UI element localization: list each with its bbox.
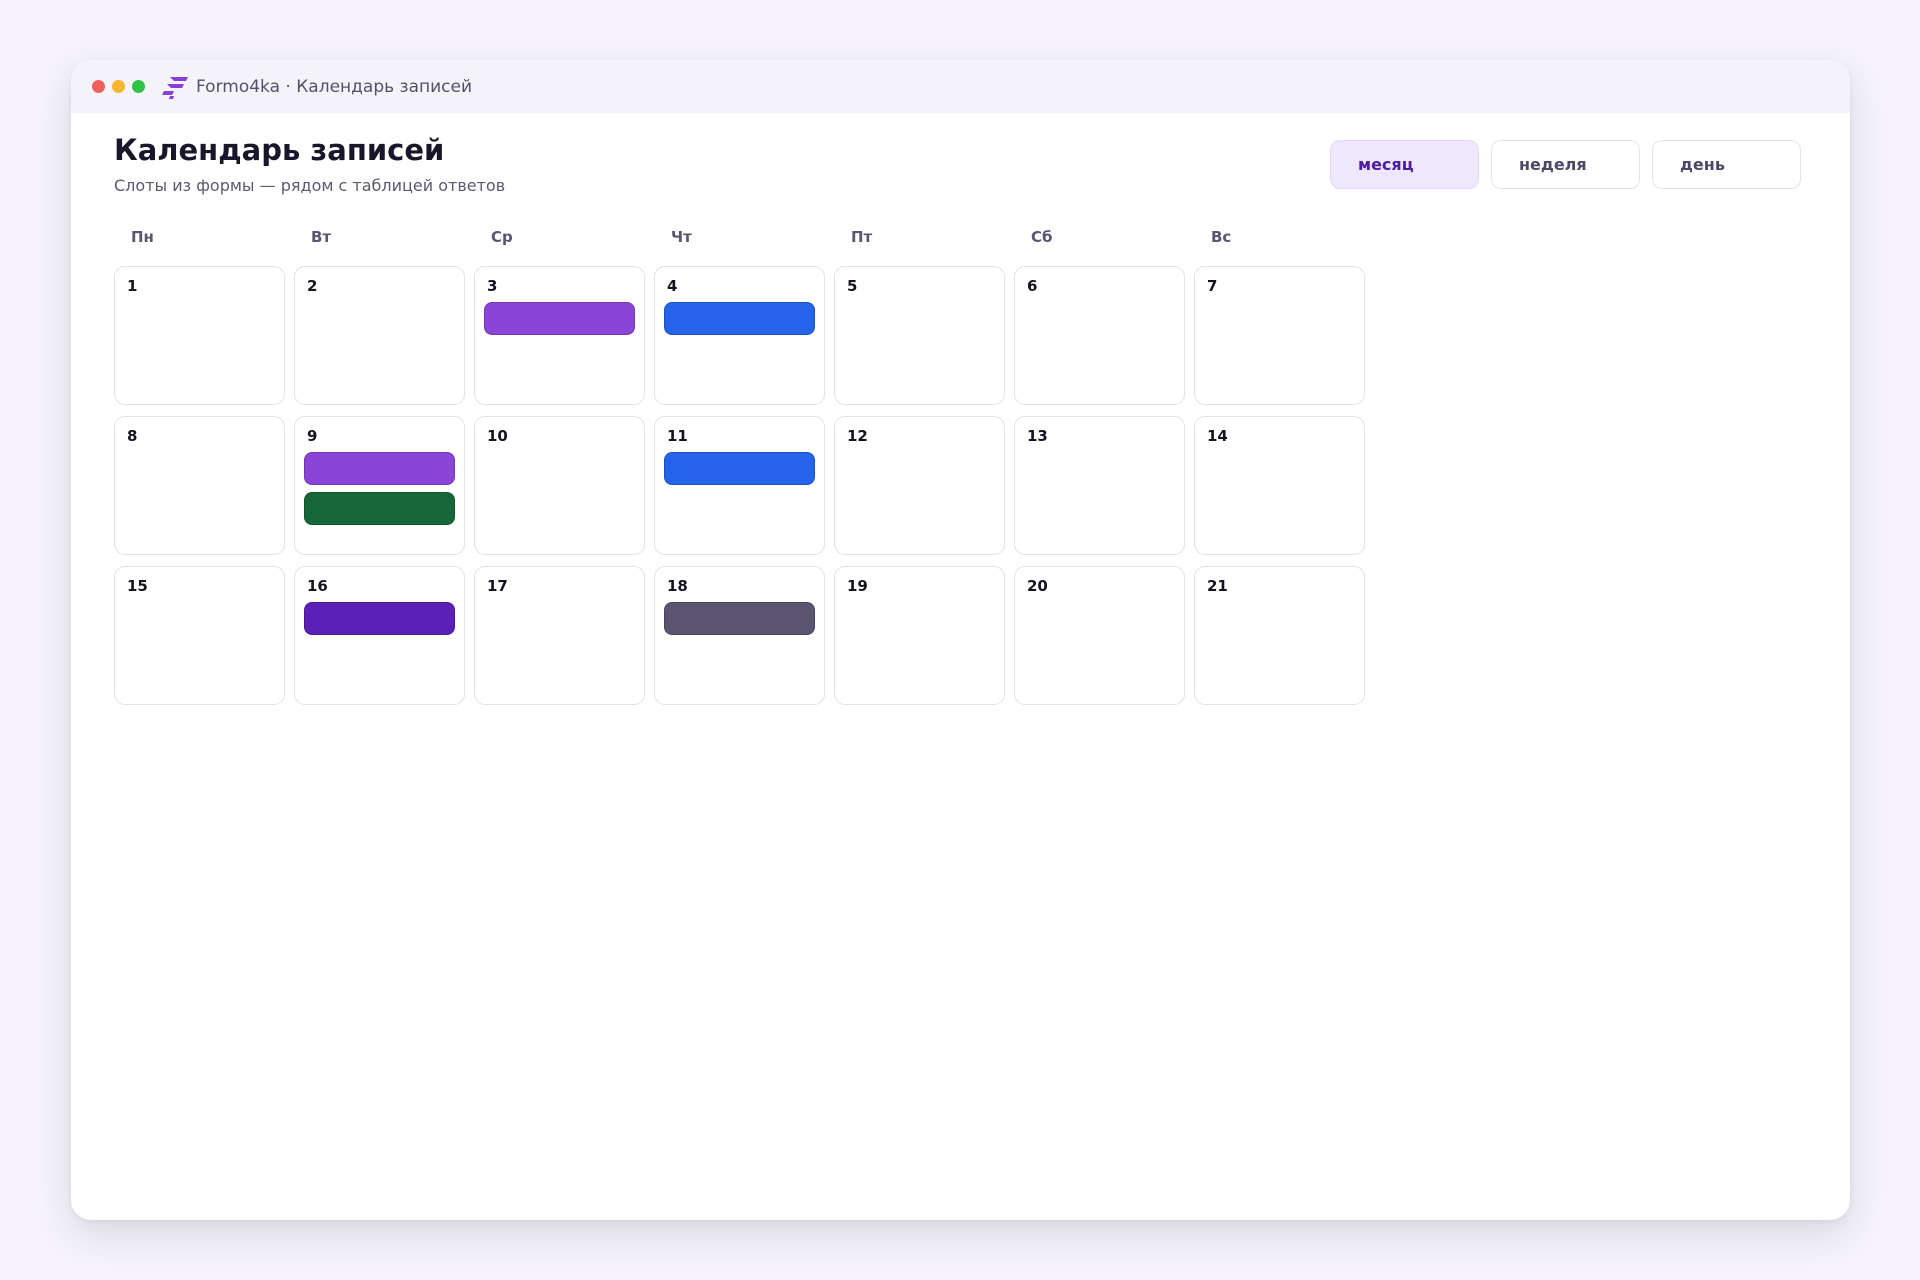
day-number: 11 — [667, 427, 688, 445]
day-number: 6 — [1027, 277, 1038, 295]
event-slot[interactable] — [664, 302, 815, 335]
weekday-label: Пт — [851, 228, 873, 246]
event-slot[interactable] — [664, 452, 815, 485]
day-cell[interactable]: 8 — [114, 416, 285, 555]
day-number: 19 — [847, 577, 868, 595]
weekday-label: Чт — [671, 228, 692, 246]
day-number: 14 — [1207, 427, 1228, 445]
day-number: 18 — [667, 577, 688, 595]
event-slot[interactable] — [304, 492, 455, 525]
event-slot[interactable] — [304, 452, 455, 485]
day-number: 12 — [847, 427, 868, 445]
day-number: 10 — [487, 427, 508, 445]
page-title: Календарь записей — [114, 133, 445, 167]
day-cell[interactable]: 20 — [1014, 566, 1185, 705]
day-number: 2 — [307, 277, 318, 295]
day-number: 1 — [127, 277, 138, 295]
day-cell[interactable]: 17 — [474, 566, 645, 705]
day-number: 8 — [127, 427, 138, 445]
formo4ka-logo-icon — [162, 76, 188, 99]
day-cell[interactable]: 14 — [1194, 416, 1365, 555]
view-switch: месяц неделя день — [1330, 140, 1813, 189]
day-cell[interactable]: 7 — [1194, 266, 1365, 405]
view-month-button[interactable]: месяц — [1330, 140, 1479, 189]
day-cell[interactable]: 10 — [474, 416, 645, 555]
day-number: 7 — [1207, 277, 1218, 295]
event-slot[interactable] — [664, 602, 815, 635]
day-number: 17 — [487, 577, 508, 595]
day-cell[interactable]: 16 — [294, 566, 465, 705]
day-cell[interactable]: 19 — [834, 566, 1005, 705]
view-week-button[interactable]: неделя — [1491, 140, 1640, 189]
day-cell[interactable]: 2 — [294, 266, 465, 405]
day-cell[interactable]: 12 — [834, 416, 1005, 555]
weekday-label: Сб — [1031, 228, 1053, 246]
day-cell[interactable]: 21 — [1194, 566, 1365, 705]
maximize-window-button[interactable] — [132, 80, 145, 93]
event-slot[interactable] — [304, 602, 455, 635]
title-bar: Formo4ka · Календарь записей — [71, 60, 1850, 113]
day-number: 16 — [307, 577, 328, 595]
day-number: 4 — [667, 277, 678, 295]
page-subtitle: Слоты из формы — рядом с таблицей ответо… — [114, 176, 506, 195]
view-day-button[interactable]: день — [1652, 140, 1801, 189]
app-window: Formo4ka · Календарь записей Календарь з… — [71, 60, 1850, 1220]
day-cell[interactable]: 6 — [1014, 266, 1185, 405]
minimize-window-button[interactable] — [112, 80, 125, 93]
weekday-label: Вс — [1211, 228, 1232, 246]
window-title: Formo4ka · Календарь записей — [196, 76, 473, 97]
day-number: 9 — [307, 427, 318, 445]
day-number: 20 — [1027, 577, 1048, 595]
day-number: 21 — [1207, 577, 1228, 595]
weekday-header: Пн Вт Ср Чт Пт Сб Вс — [114, 228, 1374, 246]
day-cell[interactable]: 3 — [474, 266, 645, 405]
day-cell[interactable]: 15 — [114, 566, 285, 705]
weekday-label: Ср — [491, 228, 513, 246]
event-slot[interactable] — [484, 302, 635, 335]
day-cell[interactable]: 11 — [654, 416, 825, 555]
calendar-grid: 1 2 3 4 5 6 7 8 9 10 11 12 13 14 15 16 17 18 19 20 21 — [114, 266, 1365, 705]
day-cell[interactable]: 18 — [654, 566, 825, 705]
weekday-label: Пн — [131, 228, 154, 246]
day-cell[interactable]: 9 — [294, 416, 465, 555]
day-cell[interactable]: 4 — [654, 266, 825, 405]
day-cell[interactable]: 1 — [114, 266, 285, 405]
day-number: 15 — [127, 577, 148, 595]
weekday-label: Вт — [311, 228, 332, 246]
page-header: Календарь записей Слоты из формы — рядом… — [114, 132, 505, 195]
day-cell[interactable]: 13 — [1014, 416, 1185, 555]
day-cell[interactable]: 5 — [834, 266, 1005, 405]
day-number: 3 — [487, 277, 498, 295]
day-number: 5 — [847, 277, 858, 295]
day-number: 13 — [1027, 427, 1048, 445]
close-window-button[interactable] — [92, 80, 105, 93]
